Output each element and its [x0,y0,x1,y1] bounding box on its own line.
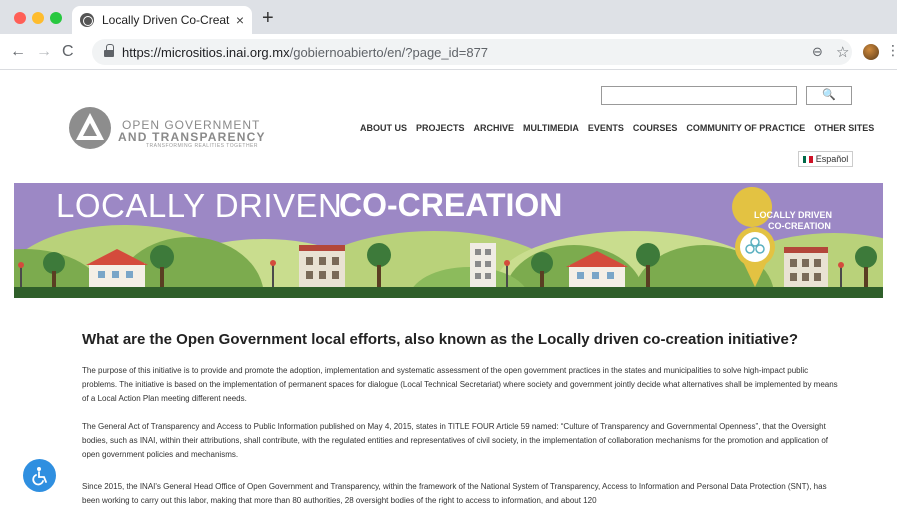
forward-arrow-icon[interactable]: → [36,43,52,61]
badge-text-line2: CO-CREATION [768,221,831,231]
accessibility-button[interactable] [23,459,56,492]
nav-events[interactable]: EVENTS [588,123,624,133]
site-search-input[interactable] [601,86,797,105]
globe-icon [80,13,94,27]
browser-tab[interactable]: Locally Driven Co-Creation - O × [72,6,252,34]
window-maximize-button[interactable] [50,12,62,24]
address-bar[interactable]: https://micrositios.inai.org.mx /gobiern… [92,39,852,65]
lock-icon [104,44,114,57]
badge-text-line1: LOCALLY DRIVEN [754,210,833,220]
window-close-button[interactable] [14,12,26,24]
profile-avatar[interactable] [863,44,879,60]
nav-about-us[interactable]: ABOUT US [360,123,407,133]
nav-community-of-practice[interactable]: COMMUNITY OF PRACTICE [686,123,805,133]
tab-title: Locally Driven Co-Creation - O [102,13,230,27]
url-host: https://micrositios.inai.org.mx [122,44,290,60]
back-arrow-icon[interactable]: ← [10,43,26,61]
logo-text-line2: AND TRANSPARENCY [118,130,266,144]
site-search-button[interactable]: 🔍 [806,86,852,105]
tab-close-icon[interactable]: × [236,12,244,28]
content-paragraph: The purpose of this initiative is to pro… [82,366,838,403]
search-icon: 🔍 [822,89,836,101]
browser-menu-icon[interactable]: ⋮ [886,42,897,59]
nav-multimedia[interactable]: MULTIMEDIA [523,123,579,133]
page-heading: What are the Open Government local effor… [82,331,798,348]
hero-banner: LOCALLY DRIVEN CO-CREATION LOCALLY DRIVE… [14,183,883,298]
content-paragraph: Since 2015, the INAI's General Head Offi… [82,482,827,505]
banner-title-bold: CO-CREATION [339,187,563,223]
bookmark-star-icon[interactable]: ☆ [836,43,849,61]
wheelchair-icon [31,466,47,485]
nav-other-sites[interactable]: OTHER SITES [814,123,874,133]
window-minimize-button[interactable] [32,12,44,24]
open-government-logo-icon [69,107,111,149]
main-navigation: ABOUT US PROJECTS ARCHIVE MULTIMEDIA EVE… [360,123,874,133]
banner-title-light: LOCALLY DRIVEN [56,187,343,224]
browser-toolbar: ← → C https://micrositios.inai.org.mx /g… [0,34,897,70]
mexico-flag-icon [802,155,813,163]
url-path: /gobiernoabierto/en/?page_id=877 [289,44,489,60]
language-espanol-button[interactable]: Español [798,151,853,167]
nav-courses[interactable]: COURSES [633,123,678,133]
language-label: Español [815,154,849,164]
content-paragraph: The General Act of Transparency and Acce… [82,422,829,459]
nav-projects[interactable]: PROJECTS [416,123,465,133]
new-tab-button[interactable]: + [262,7,274,30]
logo-tagline: TRANSFORMING REALITIES TOGETHER [146,143,258,149]
reload-icon[interactable]: C [62,43,74,61]
zoom-icon[interactable]: ⊖ [812,44,823,60]
nav-archive[interactable]: ARCHIVE [474,123,515,133]
browser-tab-bar: Locally Driven Co-Creation - O × + [0,0,897,34]
